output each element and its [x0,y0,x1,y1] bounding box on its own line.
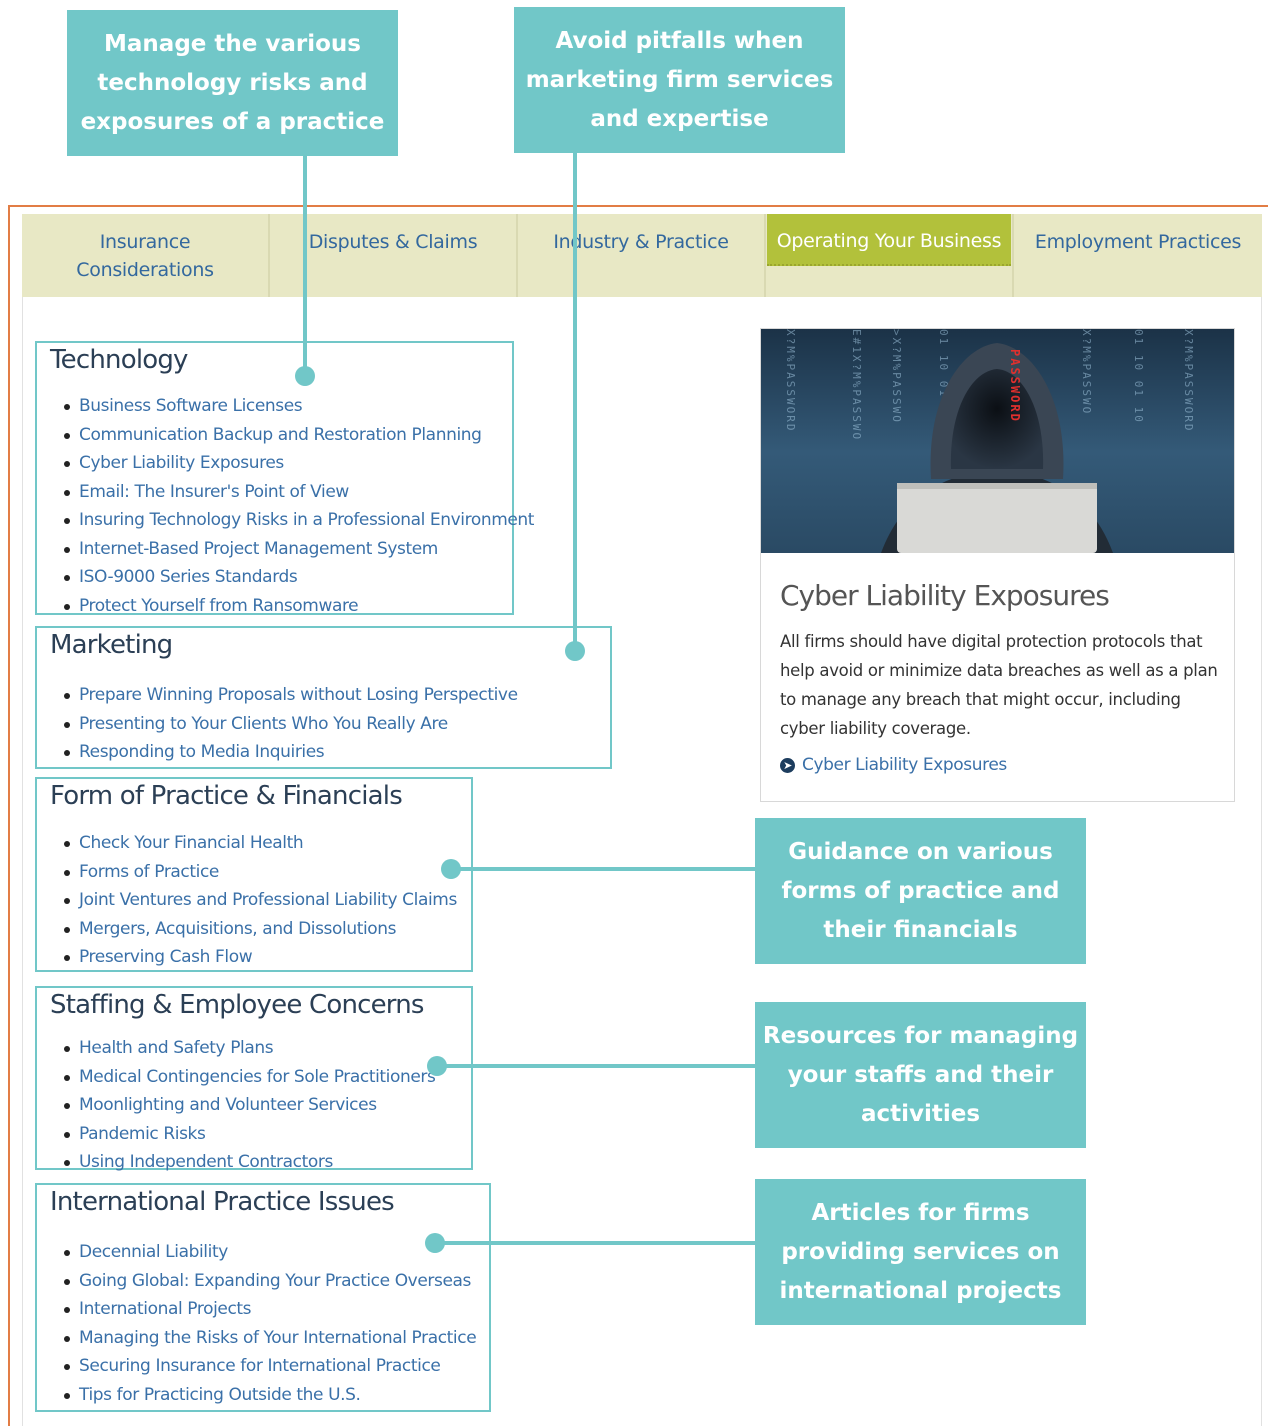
international-heading: International Practice Issues [50,1187,395,1217]
list-item[interactable]: Using Independent Contractors [63,1148,435,1177]
list-item[interactable]: Email: The Insurer's Point of View [63,478,534,507]
list-item[interactable]: Preserving Cash Flow [64,943,457,972]
card-link[interactable]: ➤ Cyber Liability Exposures [780,755,1007,775]
staffing-heading: Staffing & Employee Concerns [50,990,424,1020]
connector-dot-form-of-practice [441,859,461,879]
list-item[interactable]: Prepare Winning Proposals without Losing… [64,681,518,710]
callout-marketing: Avoid pitfalls when marketing firm servi… [514,7,845,153]
card-body: All firms should have digital protection… [780,632,1218,738]
connector-staffing [438,1064,756,1068]
connector-dot-international [425,1233,445,1253]
tab-industry-practice[interactable]: Industry & Practice [518,214,766,297]
list-item[interactable]: Check Your Financial Health [64,829,457,858]
tab-bar: Insurance Considerations Disputes & Clai… [22,214,1262,297]
list-item[interactable]: Presenting to Your Clients Who You Reall… [64,710,518,739]
list-item[interactable]: ISO-9000 Series Standards [63,563,534,592]
connector-international [436,1241,756,1245]
list-item[interactable]: Managing the Risks of Your International… [63,1324,477,1353]
list-item[interactable]: Internet-Based Project Management System [63,535,534,564]
list-item[interactable]: Protect Yourself from Ransomware [63,592,534,621]
feature-card: X?M%PASSWORD E#1X?M%PASSWO >X?M%PASSWO 0… [760,328,1235,802]
tab-operating-your-business[interactable]: Operating Your Business [766,214,1014,297]
connector-marketing [573,152,577,650]
staffing-list: Health and Safety Plans Medical Continge… [63,1034,436,1177]
list-item[interactable]: Business Software Licenses [63,392,534,421]
list-item[interactable]: Mergers, Acquisitions, and Dissolutions [64,915,457,944]
list-item[interactable]: Cyber Liability Exposures [63,449,534,478]
tab-disputes-claims[interactable]: Disputes & Claims [270,214,518,297]
list-item[interactable]: Medical Contingencies for Sole Practitio… [63,1063,436,1092]
form-of-practice-list: Check Your Financial Health Forms of Pra… [64,829,457,972]
list-item[interactable]: Moonlighting and Volunteer Services [63,1091,435,1120]
marketing-section: Marketing Prepare Winning Proposals with… [35,626,612,769]
technology-section: Technology Business Software Licenses Co… [35,341,534,616]
connector-dot-staffing [427,1056,447,1076]
callout-international: Articles for firms providing services on… [755,1179,1086,1325]
circle-arrow-right-icon: ➤ [780,758,795,773]
list-item[interactable]: Responding to Media Inquiries [64,738,518,767]
connector-dot-marketing [565,641,585,661]
list-item[interactable]: Tips for Practicing Outside the U.S. [63,1381,476,1410]
list-item[interactable]: Pandemic Risks [63,1120,435,1149]
connector-form-of-practice [452,867,756,871]
form-of-practice-section: Form of Practice & Financials Check Your… [35,777,473,972]
connector-dot-technology [295,366,315,386]
technology-list: Business Software Licenses Communication… [63,392,534,621]
list-item[interactable]: Communication Backup and Restoration Pla… [63,421,534,450]
list-item[interactable]: Going Global: Expanding Your Practice Ov… [63,1267,476,1296]
hooded-hacker-laptop-image: X?M%PASSWORD E#1X?M%PASSWO >X?M%PASSWO 0… [761,329,1234,553]
international-section: International Practice Issues Decennial … [35,1183,491,1412]
list-item[interactable]: Decennial Liability [63,1238,476,1267]
callout-form-of-practice: Guidance on various forms of practice an… [755,818,1086,964]
callout-technology: Manage the various technology risks and … [67,10,398,156]
marketing-heading: Marketing [50,630,173,660]
technology-heading: Technology [50,345,188,375]
list-item[interactable]: Joint Ventures and Professional Liabilit… [64,886,457,915]
active-tab-highlight: Operating Your Business [767,214,1011,266]
tab-employment-practices[interactable]: Employment Practices [1014,214,1262,297]
card-title: Cyber Liability Exposures [780,579,1110,612]
card-link-label: Cyber Liability Exposures [802,755,1007,775]
list-item[interactable]: Securing Insurance for International Pra… [63,1352,476,1381]
callout-staffing: Resources for managing your staffs and t… [755,1002,1086,1148]
tab-insurance-considerations[interactable]: Insurance Considerations [22,214,270,297]
connector-technology [303,154,307,376]
svg-text:PASSWORD: PASSWORD [1008,349,1022,423]
list-item[interactable]: Forms of Practice [64,858,457,887]
list-item[interactable]: Health and Safety Plans [63,1034,435,1063]
list-item[interactable]: International Projects [63,1295,476,1324]
marketing-list: Prepare Winning Proposals without Losing… [64,681,518,767]
staffing-section: Staffing & Employee Concerns Health and … [35,986,473,1172]
international-list: Decennial Liability Going Global: Expand… [63,1238,477,1410]
list-item[interactable]: Insuring Technology Risks in a Professio… [63,506,534,535]
form-of-practice-heading: Form of Practice & Financials [50,781,403,811]
